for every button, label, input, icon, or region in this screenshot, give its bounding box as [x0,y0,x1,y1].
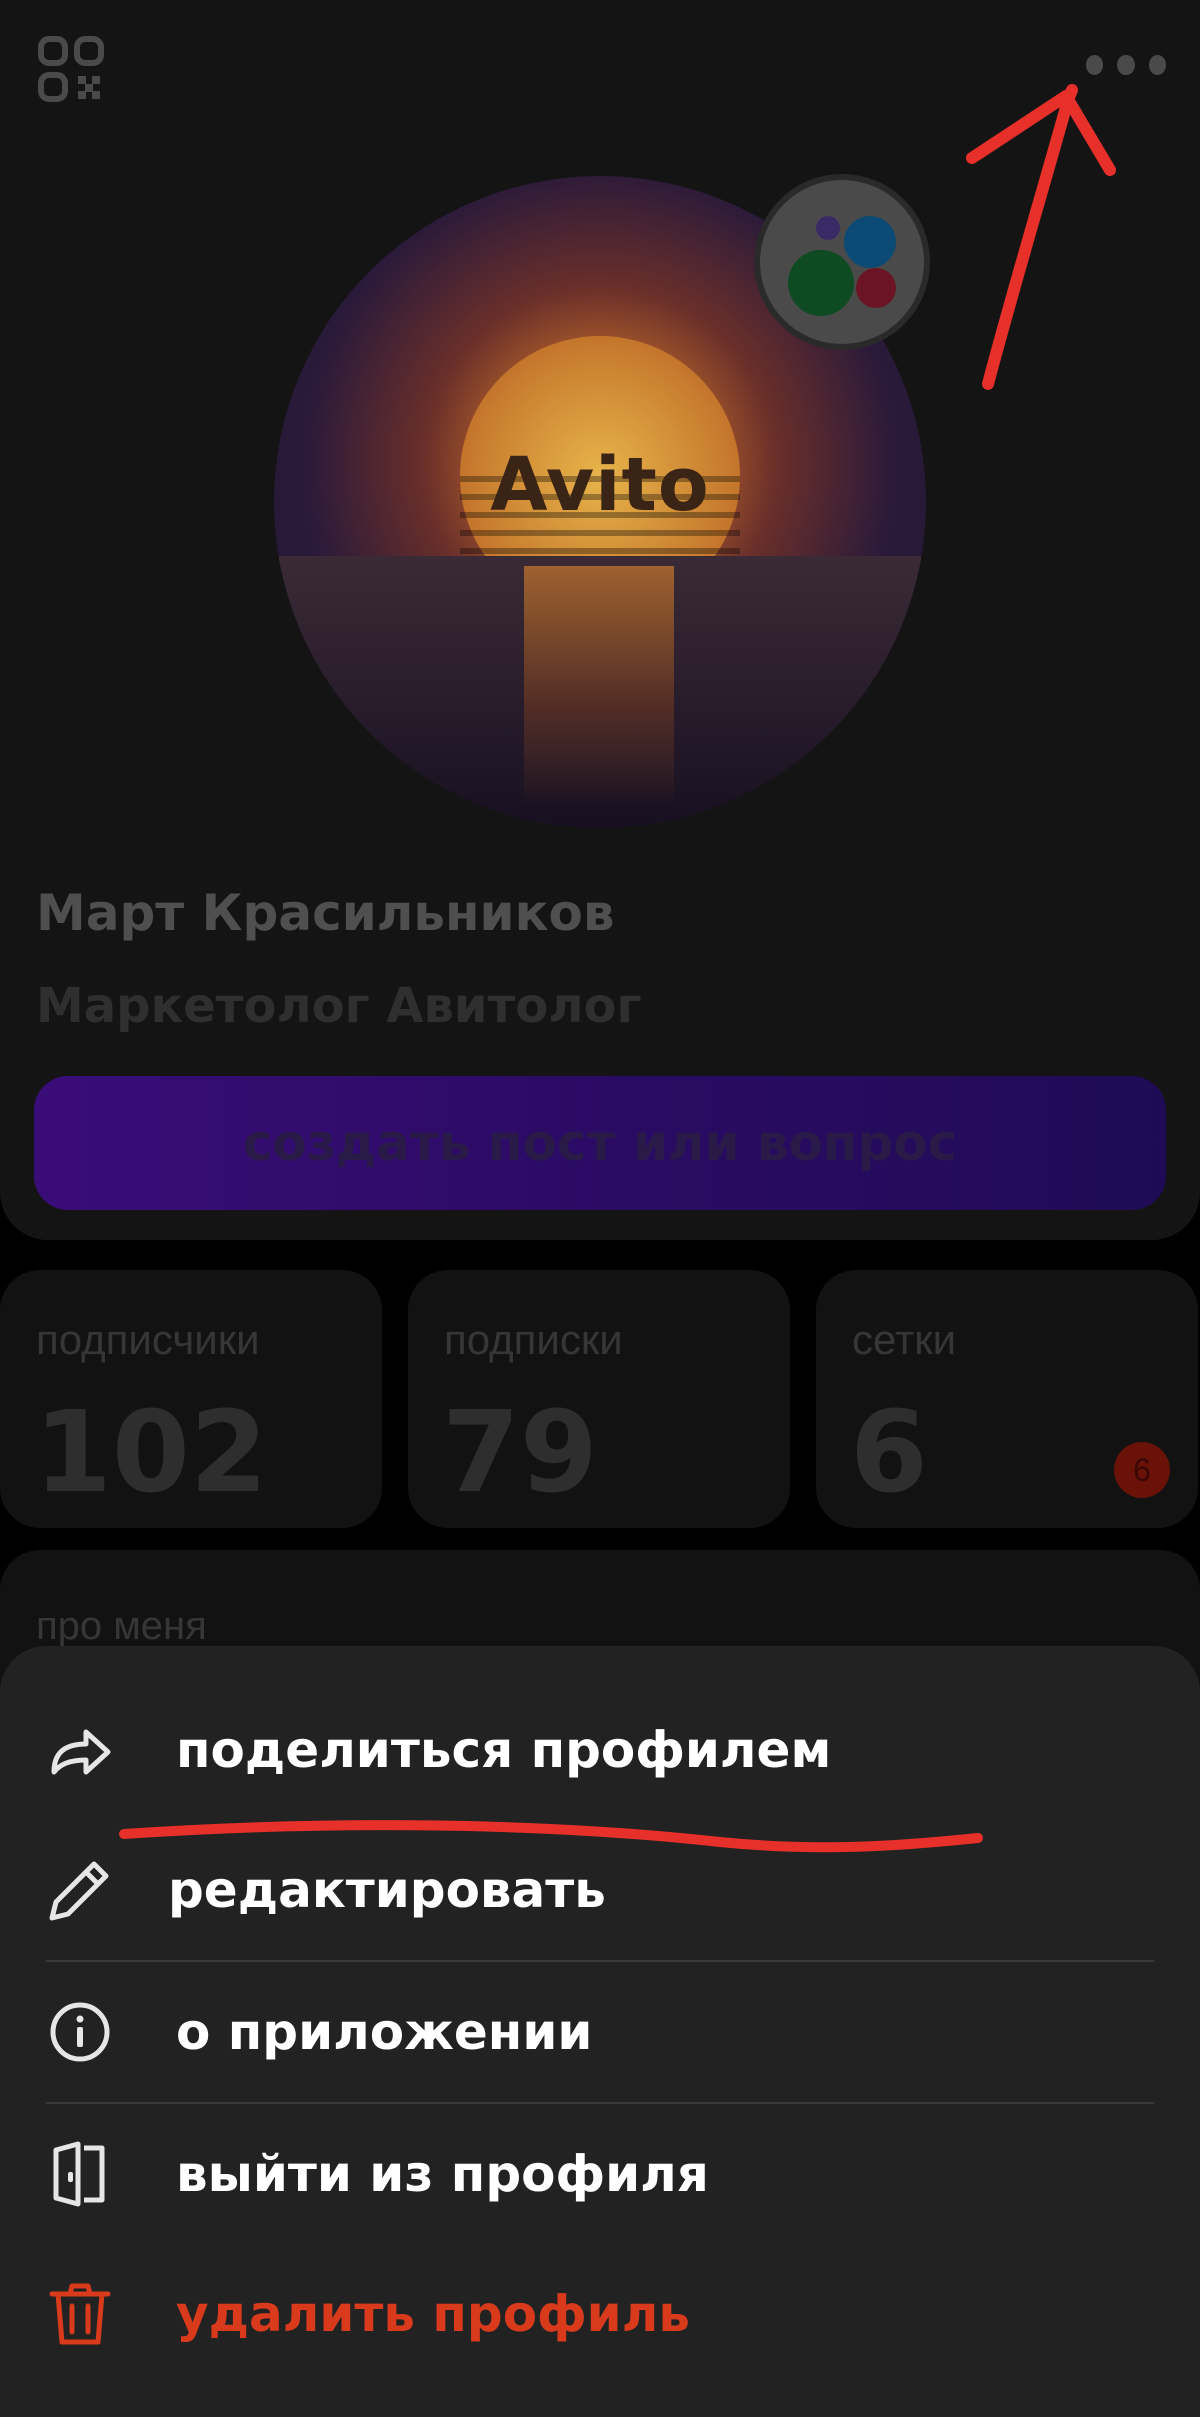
notification-badge: 6 [1114,1442,1170,1498]
menu-item-label: редактировать [168,1861,606,1919]
stat-value: 6 [850,1388,928,1518]
avatar-logo-text: Avito [490,442,710,528]
stat-value: 79 [442,1388,598,1518]
profile-role: Маркетолог Авитолог [36,978,642,1034]
menu-item-delete-profile[interactable]: удалить профиль [0,2244,1200,2384]
menu-item-label: о приложении [176,2003,593,2061]
stat-followers[interactable]: подписчики 102 [0,1270,382,1528]
menu-item-label: выйти из профиля [176,2145,709,2203]
info-icon [50,2002,110,2062]
stat-following[interactable]: подписки 79 [408,1270,790,1528]
stat-label: сетки [852,1316,957,1363]
avatar-reflection [524,566,674,806]
share-icon [51,1729,111,1775]
create-post-button[interactable]: создать пост или вопрос [34,1076,1166,1210]
more-options-icon[interactable] [1086,54,1166,76]
menu-item-logout[interactable]: выйти из профиля [0,2104,1200,2244]
logout-door-icon [53,2141,105,2207]
stat-value: 102 [34,1388,268,1518]
profile-name: Март Красильников [36,884,615,942]
menu-item-label: удалить профиль [176,2285,690,2343]
avito-badge-icon [754,174,930,350]
stat-networks[interactable]: сетки 6 6 [816,1270,1198,1528]
stat-label: подписки [444,1316,623,1363]
about-title: про меня [36,1604,207,1648]
menu-item-edit[interactable]: редактировать [0,1820,1200,1960]
menu-item-share-profile[interactable]: поделиться профилем [0,1680,1200,1820]
menu-item-label: поделиться профилем [176,1721,832,1779]
stat-label: подписчики [36,1316,260,1363]
menu-item-about-app[interactable]: о приложении [0,1962,1200,2102]
pencil-icon [49,1861,109,1921]
qr-code-icon[interactable] [38,36,104,102]
trash-icon [49,2283,111,2345]
